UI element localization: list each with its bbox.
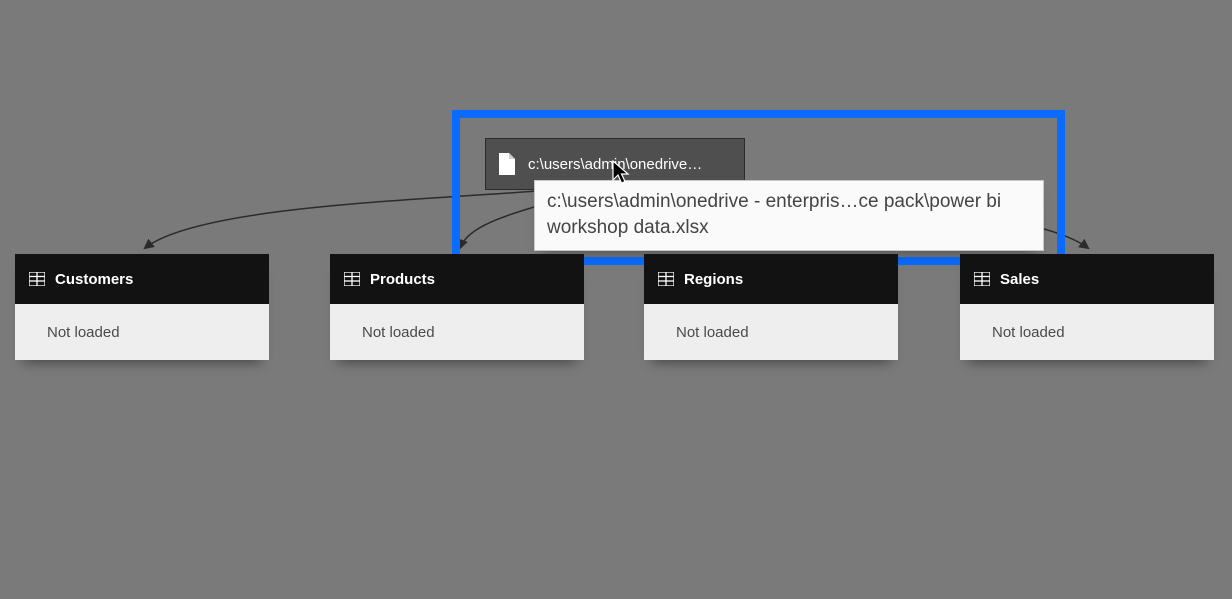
- table-header: Regions: [644, 254, 898, 304]
- data-source-label: c:\users\admin\onedrive…: [528, 156, 702, 173]
- data-source-tooltip: c:\users\admin\onedrive - enterpris…ce p…: [534, 180, 1044, 251]
- table-header: Products: [330, 254, 584, 304]
- table-name: Customers: [55, 271, 133, 288]
- dependency-canvas[interactable]: c:\users\admin\onedrive… c:\users\admin\…: [0, 0, 1232, 599]
- table-node-regions[interactable]: Regions Not loaded: [644, 254, 898, 360]
- table-status: Not loaded: [960, 304, 1214, 360]
- table-status: Not loaded: [330, 304, 584, 360]
- table-header: Customers: [15, 254, 269, 304]
- table-status: Not loaded: [644, 304, 898, 360]
- table-icon: [658, 272, 674, 286]
- table-icon: [974, 272, 990, 286]
- table-node-sales[interactable]: Sales Not loaded: [960, 254, 1214, 360]
- table-header: Sales: [960, 254, 1214, 304]
- table-icon: [29, 272, 45, 286]
- table-status: Not loaded: [15, 304, 269, 360]
- table-icon: [344, 272, 360, 286]
- table-node-customers[interactable]: Customers Not loaded: [15, 254, 269, 360]
- file-icon: [498, 153, 516, 175]
- table-name: Regions: [684, 271, 743, 288]
- table-name: Products: [370, 271, 435, 288]
- table-node-products[interactable]: Products Not loaded: [330, 254, 584, 360]
- table-name: Sales: [1000, 271, 1039, 288]
